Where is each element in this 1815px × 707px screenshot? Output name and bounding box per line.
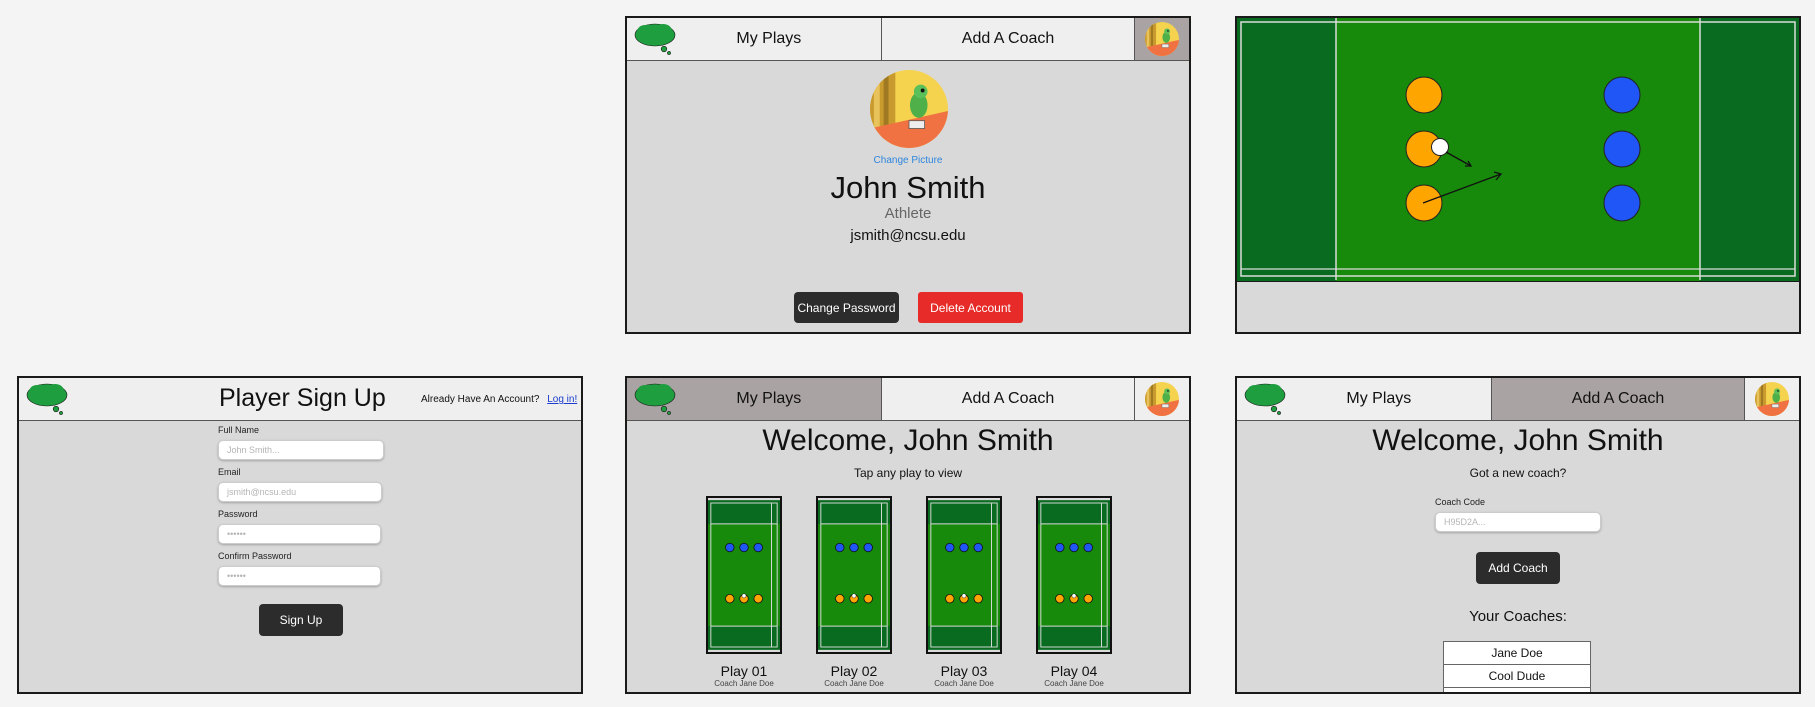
tab-add-coach[interactable]: Add A Coach — [1491, 378, 1745, 420]
ball[interactable] — [1431, 138, 1449, 156]
email-input[interactable]: jsmith@ncsu.edu — [218, 482, 382, 502]
blue-player-2[interactable] — [1603, 130, 1641, 168]
confirm-password-label: Confirm Password — [218, 551, 292, 561]
coach-code-input[interactable]: H95D2A... — [1435, 512, 1601, 532]
tab-add-coach-label: Add A Coach — [961, 390, 1055, 407]
coach-list-item[interactable]: Cool Dude — [1443, 664, 1591, 688]
top-nav: My Plays Add A Coach — [627, 378, 1189, 421]
cloud-logo-icon — [25, 382, 69, 416]
play-coach: Coach Jane Doe — [714, 679, 774, 688]
coach-list: Jane Doe Cool Dude — [1443, 641, 1591, 692]
tab-my-plays-label: My Plays — [1346, 390, 1412, 407]
add-coach-subtitle: Got a new coach? — [1469, 466, 1567, 480]
play-card[interactable]: Play 02 Coach Jane Doe — [816, 496, 892, 688]
avatar — [1145, 382, 1179, 416]
sign-up-button[interactable]: Sign Up — [259, 604, 343, 636]
login-prompt: Already Have An Account? Log in! — [421, 394, 577, 405]
team-blue — [1603, 76, 1641, 222]
orange-player-1[interactable] — [1405, 76, 1443, 114]
profile-avatar-button[interactable] — [1134, 18, 1189, 60]
tab-my-plays-label: My Plays — [736, 390, 802, 407]
play-thumbnail — [1036, 496, 1112, 654]
play-field — [1237, 18, 1799, 282]
play-title: Play 03 — [940, 663, 988, 679]
play-card[interactable]: Play 04 Coach Jane Doe — [1036, 496, 1112, 688]
change-password-button[interactable]: Change Password — [794, 292, 899, 323]
add-coach-screen: My Plays Add A Coach Welcome, John Smith… — [1235, 376, 1801, 694]
coach-list-item-partial[interactable] — [1443, 687, 1591, 692]
signup-title: Player Sign Up — [219, 384, 386, 412]
coach-code-label: Coach Code — [1435, 497, 1486, 507]
profile-screen: My Plays Add A Coach Change Picture John… — [625, 16, 1191, 334]
avatar — [1145, 22, 1179, 56]
cloud-logo-icon — [633, 22, 677, 56]
profile-role: Athlete — [884, 205, 932, 222]
password-input[interactable]: •••••• — [218, 524, 381, 544]
tab-my-plays-label: My Plays — [736, 30, 802, 47]
tab-add-coach-label: Add A Coach — [1571, 390, 1665, 407]
play-thumbnail — [816, 496, 892, 654]
profile-picture — [870, 70, 948, 148]
my-plays-screen: My Plays Add A Coach Welcome, John Smith… — [625, 376, 1191, 694]
play-thumbnail — [706, 496, 782, 654]
tab-add-coach-label: Add A Coach — [961, 30, 1055, 47]
your-coaches-heading: Your Coaches: — [1469, 608, 1567, 625]
signup-screen: Player Sign Up Already Have An Account? … — [17, 376, 583, 694]
play-title: Play 01 — [720, 663, 768, 679]
top-nav: My Plays Add A Coach — [627, 18, 1189, 61]
profile-avatar-button[interactable] — [1744, 378, 1799, 420]
full-name-label: Full Name — [218, 425, 260, 435]
top-nav: Player Sign Up Already Have An Account? … — [19, 378, 581, 421]
blue-player-3[interactable] — [1603, 184, 1641, 222]
full-name-input[interactable]: John Smith... — [218, 440, 384, 460]
blue-player-1[interactable] — [1603, 76, 1641, 114]
profile-email: jsmith@ncsu.edu — [850, 227, 966, 244]
play-title: Play 04 — [1050, 663, 1098, 679]
play-card[interactable]: Play 01 Coach Jane Doe — [706, 496, 782, 688]
top-nav: My Plays Add A Coach — [1237, 378, 1799, 421]
tab-add-coach[interactable]: Add A Coach — [882, 378, 1135, 420]
email-label: Email — [218, 467, 241, 477]
profile-avatar-button[interactable] — [1134, 378, 1189, 420]
play-title: Play 02 — [830, 663, 878, 679]
login-link[interactable]: Log in! — [547, 394, 577, 405]
tab-add-coach[interactable]: Add A Coach — [882, 18, 1135, 60]
play-thumbnail — [926, 496, 1002, 654]
confirm-password-input[interactable]: •••••• — [218, 566, 381, 586]
play-card[interactable]: Play 03 Coach Jane Doe — [926, 496, 1002, 688]
add-coach-button[interactable]: Add Coach — [1476, 552, 1560, 584]
play-coach: Coach Jane Doe — [934, 679, 994, 688]
login-prompt-text: Already Have An Account? — [421, 394, 540, 405]
plays-subtitle: Tap any play to view — [853, 466, 963, 480]
welcome-heading: Welcome, John Smith — [762, 424, 1054, 457]
cloud-logo-icon — [1243, 382, 1287, 416]
avatar — [1755, 382, 1789, 416]
play-coach: Coach Jane Doe — [824, 679, 884, 688]
welcome-heading: Welcome, John Smith — [1372, 424, 1664, 457]
password-label: Password — [218, 509, 258, 519]
play-coach: Coach Jane Doe — [1044, 679, 1104, 688]
delete-account-button[interactable]: Delete Account — [918, 292, 1023, 323]
play-diagram-screen — [1235, 16, 1801, 334]
profile-name: John Smith — [830, 170, 986, 205]
change-picture-link[interactable]: Change Picture — [627, 155, 1189, 166]
coach-list-item[interactable]: Jane Doe — [1443, 641, 1591, 665]
cloud-logo-icon — [633, 382, 677, 416]
